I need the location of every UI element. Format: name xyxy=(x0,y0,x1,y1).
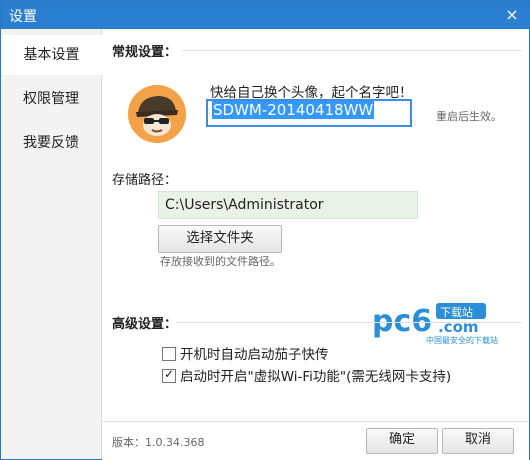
cancel-button[interactable]: 取消 xyxy=(442,428,514,454)
virtual-wifi-label: 启动时开启"虚拟Wi-Fi功能"(需无线网卡支持) xyxy=(180,369,452,385)
virtual-wifi-checkbox[interactable] xyxy=(162,367,176,383)
title-bar[interactable]: 设置 × xyxy=(1,1,529,29)
storage-path-value: C:\Users\Administrator xyxy=(165,197,324,213)
divider xyxy=(182,50,522,51)
nickname-input[interactable]: SDWM-20140418WW xyxy=(206,99,412,127)
sidebar: 基本设置 权限管理 我要反馈 xyxy=(1,29,102,459)
divider xyxy=(176,322,522,323)
sidebar-item-label: 基本设置 xyxy=(23,47,80,63)
autostart-checkbox[interactable] xyxy=(162,347,176,361)
ok-button[interactable]: 确定 xyxy=(366,428,438,454)
general-section-title: 常规设置： xyxy=(112,45,178,60)
footer-bar: 版本：1.0.34.368 确定 取消 xyxy=(102,421,529,460)
profile-prompt: 快给自己换个头像，起个名字吧！ xyxy=(210,85,413,101)
sidebar-item-basic[interactable]: 基本设置 xyxy=(1,35,102,75)
avatar[interactable] xyxy=(128,85,186,143)
storage-path-tip: 存放接收到的文件路径。 xyxy=(160,255,281,268)
settings-window: 设置 × 基本设置 权限管理 我要反馈 常规设置： 快给自己换个头像，起个名字吧… xyxy=(0,0,530,460)
avatar-icon xyxy=(128,85,186,143)
sidebar-item-permissions[interactable]: 权限管理 xyxy=(1,79,101,119)
logo-badge: 下载站 xyxy=(440,305,473,319)
virtual-wifi-option[interactable]: 启动时开启"虚拟Wi-Fi功能"(需无线网卡支持) xyxy=(162,365,451,385)
storage-section-title: 存储路径： xyxy=(112,173,178,188)
logo-domain: .com xyxy=(438,318,479,336)
advanced-section-title: 高级设置： xyxy=(112,317,178,332)
autostart-option[interactable]: 开机时自动启动茄子快传 xyxy=(162,343,329,363)
window-title: 设置 xyxy=(9,9,37,25)
sidebar-item-label: 我要反馈 xyxy=(23,135,79,151)
choose-folder-button[interactable]: 选择文件夹 xyxy=(158,225,282,253)
settings-panel: 常规设置： 快给自己换个头像，起个名字吧！ SDWM-20140418WW 重启… xyxy=(102,29,529,460)
sidebar-item-feedback[interactable]: 我要反馈 xyxy=(1,123,101,163)
storage-path-field[interactable]: C:\Users\Administrator xyxy=(158,191,418,219)
nickname-value: SDWM-20140418WW xyxy=(212,101,375,119)
restart-tip: 重启后生效。 xyxy=(436,110,502,123)
sidebar-item-label: 权限管理 xyxy=(23,91,79,107)
version-text: 版本：1.0.34.368 xyxy=(112,436,205,449)
logo-tagline: 中国最安全的下载站 xyxy=(426,335,498,345)
autostart-label: 开机时自动启动茄子快传 xyxy=(180,347,329,363)
close-icon[interactable]: × xyxy=(503,6,521,24)
